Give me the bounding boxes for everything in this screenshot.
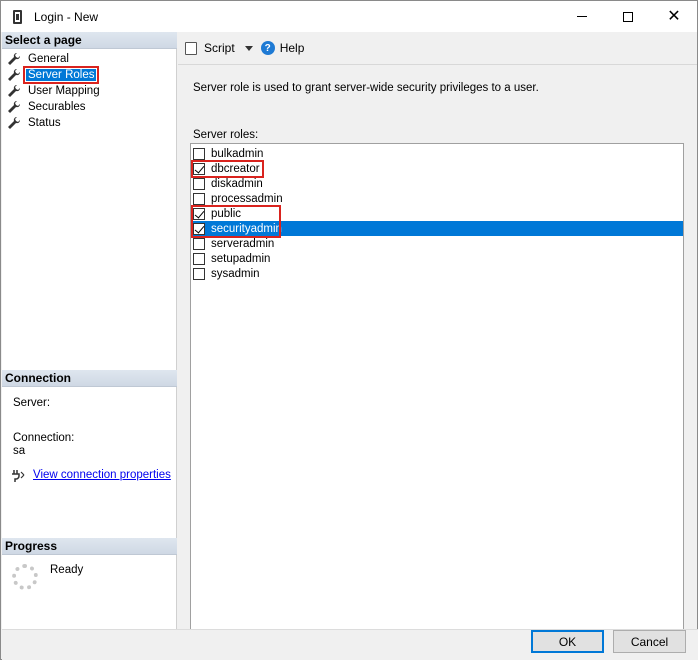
wrench-icon	[8, 116, 21, 129]
highlight-public-securityadmin	[191, 205, 281, 238]
role-checkbox[interactable]	[193, 177, 205, 190]
view-connection-link[interactable]: View connection properties	[33, 469, 171, 481]
script-icon	[185, 41, 197, 55]
help-button[interactable]: ? Help	[260, 41, 305, 55]
role-row-dbcreator[interactable]: dbcreator	[191, 161, 683, 176]
page-label: Server Roles	[22, 66, 100, 84]
script-button[interactable]: Script	[178, 41, 261, 55]
wrench-icon	[8, 52, 21, 65]
progress-status: Ready	[50, 564, 84, 576]
role-row-setupadmin[interactable]: setupadmin	[191, 251, 683, 266]
page-label: General	[28, 53, 69, 65]
role-checkbox[interactable]	[193, 267, 205, 280]
page-label: Securables	[28, 101, 86, 113]
role-row-serveradmin[interactable]: serveradmin	[191, 236, 683, 251]
role-name: serveradmin	[211, 237, 275, 250]
role-name: sysadmin	[211, 267, 260, 280]
close-button[interactable]: ✕	[651, 1, 697, 32]
server-roles-list[interactable]: bulkadmin dbcreator diskadmin processadm…	[190, 143, 684, 648]
window-title: Login - New	[34, 9, 99, 24]
page-item-server-roles[interactable]: Server Roles	[7, 66, 100, 84]
role-name: processadmin	[211, 192, 283, 205]
wrench-icon	[8, 84, 21, 97]
toolbar: Script ? Help	[178, 32, 697, 65]
title-bar: Login - New ✕	[1, 1, 697, 32]
login-dialog: Login - New ✕ Select a page General Serv…	[0, 0, 698, 660]
wrench-icon	[8, 100, 21, 113]
role-row-sysadmin[interactable]: sysadmin	[191, 266, 683, 281]
ok-button[interactable]: OK	[531, 630, 604, 653]
role-name: bulkadmin	[211, 147, 264, 160]
left-pane: Select a page General Server Roles User …	[2, 32, 177, 629]
role-row-processadmin[interactable]: processadmin	[191, 191, 683, 206]
page-description: Server role is used to grant server-wide…	[193, 82, 539, 94]
connection-header: Connection	[2, 370, 177, 387]
server-roles-label: Server roles:	[193, 129, 259, 141]
progress-spinner-icon	[12, 564, 38, 590]
minimize-button[interactable]	[559, 1, 605, 32]
page-item-status[interactable]: Status	[7, 115, 63, 131]
view-connection-properties[interactable]: View connection properties	[11, 468, 171, 482]
select-page-header: Select a page	[2, 32, 177, 49]
page-item-securables[interactable]: Securables	[7, 99, 88, 115]
connection-label: Connection:	[13, 432, 75, 444]
main-content: Server role is used to grant server-wide…	[178, 66, 697, 648]
role-checkbox[interactable]	[193, 252, 205, 265]
script-label: Script	[204, 41, 235, 55]
highlight-dbcreator	[191, 160, 264, 178]
progress-header: Progress	[2, 538, 177, 555]
role-checkbox[interactable]	[193, 192, 205, 205]
cancel-button[interactable]: Cancel	[613, 630, 686, 653]
page-item-general[interactable]: General	[7, 51, 71, 67]
wrench-icon	[8, 68, 21, 81]
maximize-button[interactable]	[605, 1, 651, 32]
dialog-button-bar: OK Cancel	[2, 629, 698, 660]
role-checkbox[interactable]	[193, 147, 205, 160]
role-row-diskadmin[interactable]: diskadmin	[191, 176, 683, 191]
maximize-icon	[623, 11, 633, 22]
role-name: setupadmin	[211, 252, 271, 265]
help-label: Help	[279, 41, 305, 55]
connection-value: sa	[13, 445, 26, 457]
ssms-app-icon	[13, 9, 22, 24]
page-label: User Mapping	[28, 85, 100, 97]
role-checkbox[interactable]	[193, 237, 205, 250]
page-item-user-mapping[interactable]: User Mapping	[7, 83, 102, 99]
minimize-icon	[577, 16, 587, 17]
role-row-bulkadmin[interactable]: bulkadmin	[191, 146, 683, 161]
help-icon: ?	[260, 41, 275, 55]
server-label: Server:	[13, 397, 51, 409]
close-icon: ✕	[667, 7, 681, 25]
page-label: Status	[28, 117, 61, 129]
plug-icon	[12, 470, 25, 482]
role-name: diskadmin	[211, 177, 263, 190]
dropdown-arrow-icon[interactable]	[244, 45, 253, 51]
